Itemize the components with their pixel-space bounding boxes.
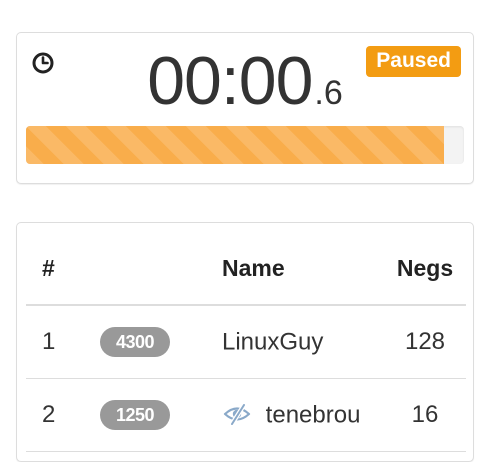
status-badge: Paused	[366, 46, 461, 78]
player-negs: 128	[390, 305, 466, 379]
table-row[interactable]: 1 4300 LinuxGuy 128	[26, 305, 466, 379]
player-negs: 16	[390, 378, 466, 452]
player-rank: 1	[26, 305, 100, 379]
table-row[interactable]: 2 1250 tenebrou 16	[26, 378, 466, 452]
timer-panel: 00:00.6 Paused	[16, 32, 474, 184]
points-badge: 1250	[100, 400, 171, 430]
column-header-points	[100, 233, 222, 306]
column-header-name: Name	[222, 233, 390, 306]
player-name[interactable]: tenebrou	[266, 401, 361, 428]
player-rank: 2	[26, 378, 100, 452]
table-header-row: # Name Negs	[26, 233, 466, 306]
timer-main: 00:00	[147, 43, 313, 119]
column-header-rank: #	[26, 233, 100, 306]
scoreboard-table: # Name Negs 1 4300 LinuxGuy 128 2 1250 t…	[26, 233, 466, 452]
scoreboard-panel: # Name Negs 1 4300 LinuxGuy 128 2 1250 t…	[16, 222, 474, 462]
timer-tenths: .6	[314, 74, 343, 112]
timer-progress-fill	[26, 126, 445, 164]
timer-progress-bar	[26, 126, 464, 164]
column-header-negs: Negs	[390, 233, 466, 306]
points-badge: 4300	[100, 327, 171, 357]
player-name[interactable]: LinuxGuy	[222, 328, 323, 355]
eye-slash-icon	[223, 402, 251, 425]
